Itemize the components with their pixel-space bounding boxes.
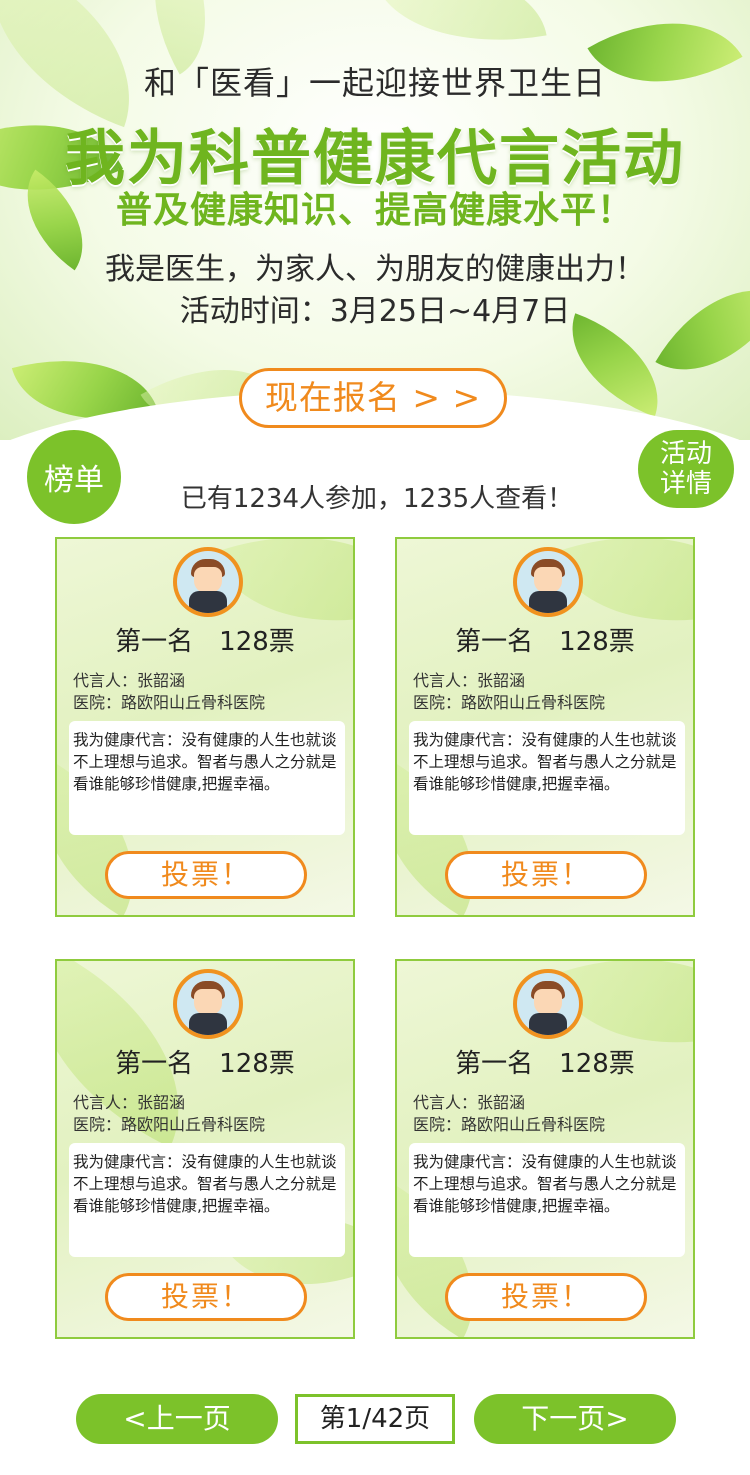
hospital-name: 医院：路欧阳山丘骨科医院 <box>413 693 606 712</box>
hospital-name: 医院：路欧阳山丘骨科医院 <box>413 1115 606 1134</box>
vote-button[interactable]: 投票！ <box>105 1273 307 1321</box>
hospital-name: 医院：路欧阳山丘骨科医院 <box>73 1115 266 1134</box>
candidate-card: 第一名 128票 代言人：张韶涵 医院：路欧阳山丘骨科医院 我为健康代言：没有健… <box>395 959 695 1339</box>
leaf-decoration <box>373 0 547 64</box>
endorser-name: 代言人：张韶涵 <box>413 1093 526 1112</box>
rank-votes: 第一名 128票 <box>115 1049 295 1079</box>
prev-page-button[interactable]: <上一页 <box>76 1394 278 1444</box>
vote-button[interactable]: 投票！ <box>445 851 647 899</box>
avatar <box>513 547 583 617</box>
rank-votes: 第一名 128票 <box>115 627 295 657</box>
avatar <box>513 969 583 1039</box>
candidate-card: 第一名 128票 代言人：张韶涵 医院：路欧阳山丘骨科医院 我为健康代言：没有健… <box>55 537 355 917</box>
rank-votes: 第一名 128票 <box>455 627 635 657</box>
participation-stats: 已有1234人参加，1235人查看！ <box>180 484 574 514</box>
candidate-card: 第一名 128票 代言人：张韶涵 医院：路欧阳山丘骨科医院 我为健康代言：没有健… <box>395 537 695 917</box>
page-indicator: 第1/42页 <box>295 1394 455 1444</box>
event-subtitle: 普及健康知识、提高健康水平！ <box>115 190 634 231</box>
endorsement-quote: 我为健康代言：没有健康的人生也就谈不上理想与追求。智者与愚人之分就是看谁能够珍惜… <box>409 1143 685 1257</box>
next-page-button[interactable]: 下一页> <box>474 1394 676 1444</box>
rank-votes: 第一名 128票 <box>455 1049 635 1079</box>
signup-button[interactable]: 现在报名 > > <box>239 368 507 428</box>
vote-button[interactable]: 投票！ <box>105 851 307 899</box>
endorser-name: 代言人：张韶涵 <box>413 671 526 690</box>
endorsement-quote: 我为健康代言：没有健康的人生也就谈不上理想与追求。智者与愚人之分就是看谁能够珍惜… <box>69 721 345 835</box>
event-intro: 和「医看」一起迎接世界卫生日 <box>143 64 606 102</box>
event-slogan: 我是医生，为家人、为朋友的健康出力！ <box>105 252 645 287</box>
endorsement-quote: 我为健康代言：没有健康的人生也就谈不上理想与追求。智者与愚人之分就是看谁能够珍惜… <box>69 1143 345 1257</box>
event-detail-label-1: 活动 <box>659 439 712 469</box>
event-time: 活动时间：3月25日~4月7日 <box>179 294 571 329</box>
endorsement-quote: 我为健康代言：没有健康的人生也就谈不上理想与追求。智者与愚人之分就是看谁能够珍惜… <box>409 721 685 835</box>
vote-button[interactable]: 投票！ <box>445 1273 647 1321</box>
candidate-card: 第一名 128票 代言人：张韶涵 医院：路欧阳山丘骨科医院 我为健康代言：没有健… <box>55 959 355 1339</box>
hospital-name: 医院：路欧阳山丘骨科医院 <box>73 693 266 712</box>
endorser-name: 代言人：张韶涵 <box>73 1093 186 1112</box>
avatar <box>173 969 243 1039</box>
endorser-name: 代言人：张韶涵 <box>73 671 186 690</box>
avatar <box>173 547 243 617</box>
